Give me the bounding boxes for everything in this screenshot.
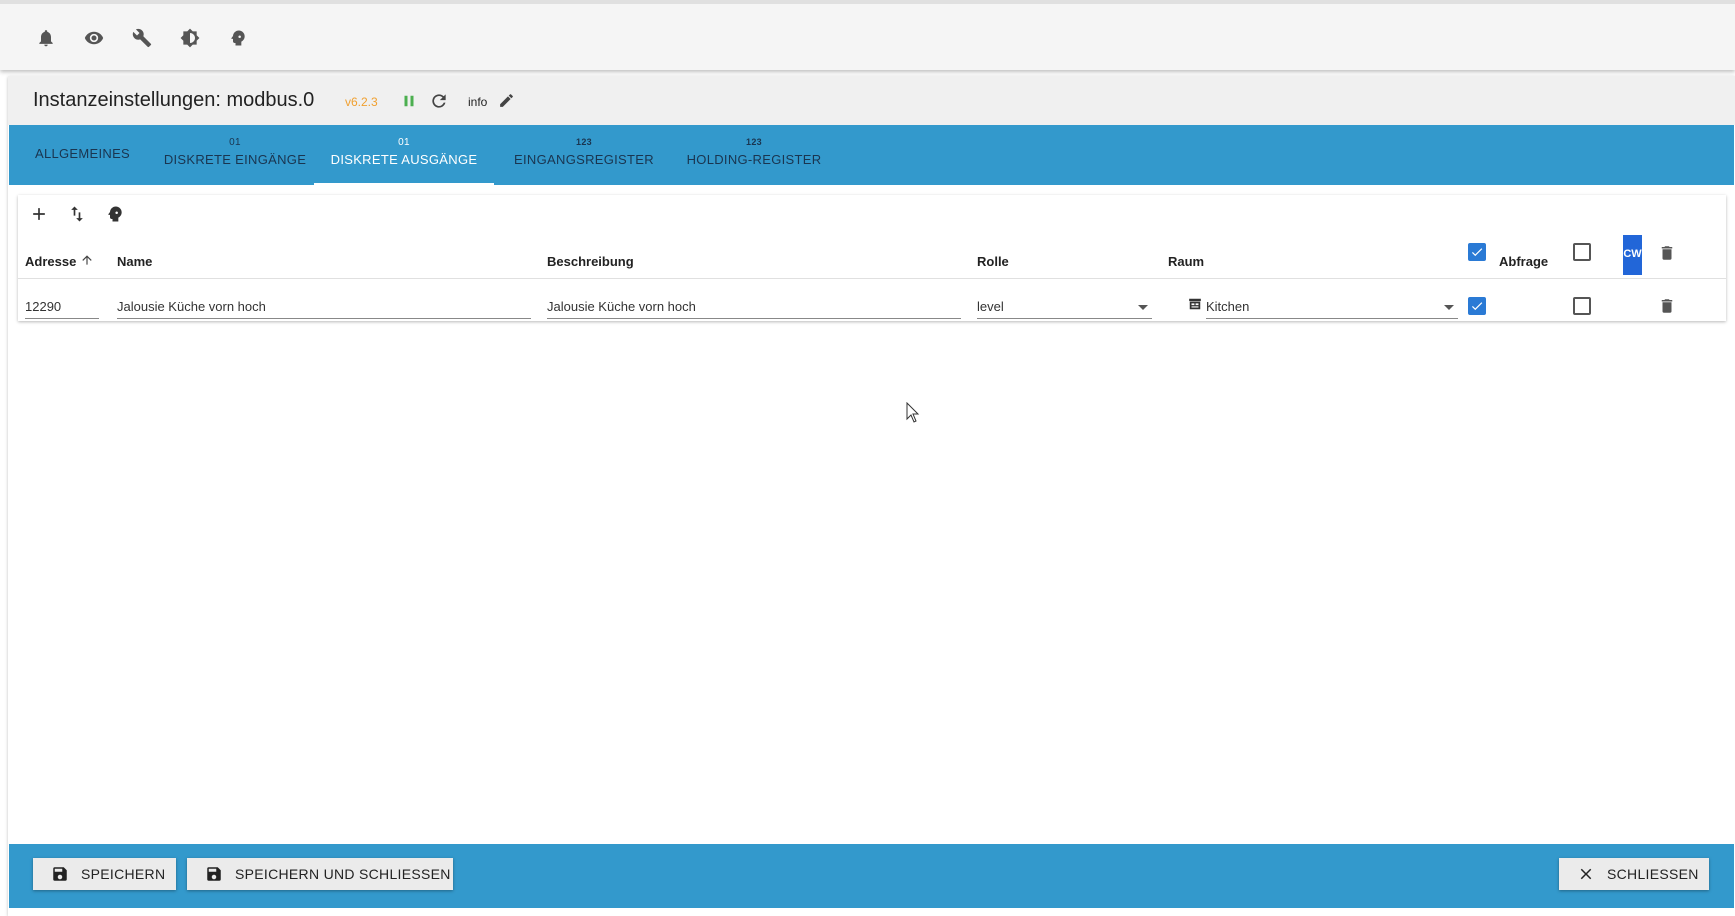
role-select[interactable]: level (977, 295, 1152, 319)
add-icon[interactable] (29, 204, 49, 224)
expert-mode-icon[interactable] (105, 204, 125, 224)
dialog-footer: SPEICHERN SPEICHERN UND SCHLIESSEN SCHLI… (9, 844, 1734, 908)
header-divider (18, 278, 1726, 279)
description-input[interactable]: Jalousie Küche vorn hoch (547, 295, 961, 319)
delete-all-icon[interactable] (1658, 243, 1676, 263)
save-and-close-button[interactable]: SPEICHERN UND SCHLIESSEN (187, 858, 453, 890)
version-label: v6.2.3 (345, 95, 378, 109)
brightness-icon[interactable] (180, 28, 200, 48)
close-label: SCHLIESSEN (1607, 866, 1699, 882)
cw-checkbox[interactable] (1573, 297, 1591, 315)
expert-mode-icon[interactable] (228, 28, 248, 48)
info-label[interactable]: info (468, 95, 487, 109)
wrench-icon[interactable] (132, 28, 152, 48)
register-table: Adresse Name Beschreibung Rolle Raum Abf… (18, 195, 1726, 321)
tab-diskrete-eingaenge[interactable]: 01 DISKRETE EINGÄNGE (156, 125, 314, 185)
bell-icon[interactable] (36, 28, 56, 48)
column-header-poll[interactable]: Abfrage (1499, 254, 1548, 269)
reload-icon[interactable] (429, 91, 449, 111)
sort-ascending-icon[interactable] (80, 253, 94, 267)
tab-diskrete-ausgaenge[interactable]: 01 DISKRETE AUSGÄNGE (314, 125, 494, 185)
tab-allgemeines[interactable]: ALLGEMEINES (9, 125, 156, 185)
tab-bar: ALLGEMEINES 01 DISKRETE EINGÄNGE 01 DISK… (9, 125, 1734, 185)
select-all-cw-checkbox[interactable] (1573, 243, 1591, 261)
column-header-name[interactable]: Name (117, 254, 152, 269)
role-select-value: level (977, 299, 1004, 314)
mouse-cursor-icon (906, 402, 920, 423)
top-app-bar (0, 0, 1735, 70)
address-input[interactable]: 12290 (25, 295, 99, 319)
save-button[interactable]: SPEICHERN (33, 858, 176, 890)
column-header-description[interactable]: Beschreibung (547, 254, 634, 269)
chevron-down-icon (1138, 305, 1148, 310)
room-select-value: Kitchen (1206, 299, 1250, 314)
dialog-title-bar: Instanzeinstellungen: modbus.0 v6.2.3 in… (8, 76, 1735, 125)
chevron-down-icon (1444, 305, 1454, 310)
tab-eingangsregister[interactable]: 123 EINGANGSREGISTER (504, 125, 664, 185)
poll-checkbox[interactable] (1468, 297, 1486, 315)
save-and-close-label: SPEICHERN UND SCHLIESSEN (235, 866, 451, 882)
column-header-address[interactable]: Adresse (25, 254, 76, 269)
column-header-role[interactable]: Rolle (977, 254, 1009, 269)
close-button[interactable]: SCHLIESSEN (1559, 858, 1709, 890)
eye-icon[interactable] (84, 28, 104, 48)
delete-row-icon[interactable] (1658, 296, 1676, 316)
select-all-poll-checkbox[interactable] (1468, 243, 1486, 261)
instance-settings-dialog: Instanzeinstellungen: modbus.0 v6.2.3 in… (8, 76, 1735, 916)
import-export-icon[interactable] (67, 204, 87, 224)
save-label: SPEICHERN (81, 866, 166, 882)
name-input[interactable]: Jalousie Küche vorn hoch (117, 295, 531, 319)
tab-holding-register[interactable]: 123 HOLDING-REGISTER (674, 125, 834, 185)
room-select[interactable]: Kitchen (1206, 295, 1458, 319)
room-icon (1188, 297, 1202, 311)
save-icon (207, 867, 221, 881)
cw-badge: CW (1623, 235, 1642, 275)
close-icon (1580, 868, 1592, 880)
edit-icon[interactable] (498, 92, 515, 109)
pause-icon[interactable] (400, 92, 418, 110)
save-icon (53, 867, 67, 881)
column-header-room[interactable]: Raum (1168, 254, 1204, 269)
page-title: Instanzeinstellungen: modbus.0 (33, 89, 315, 111)
